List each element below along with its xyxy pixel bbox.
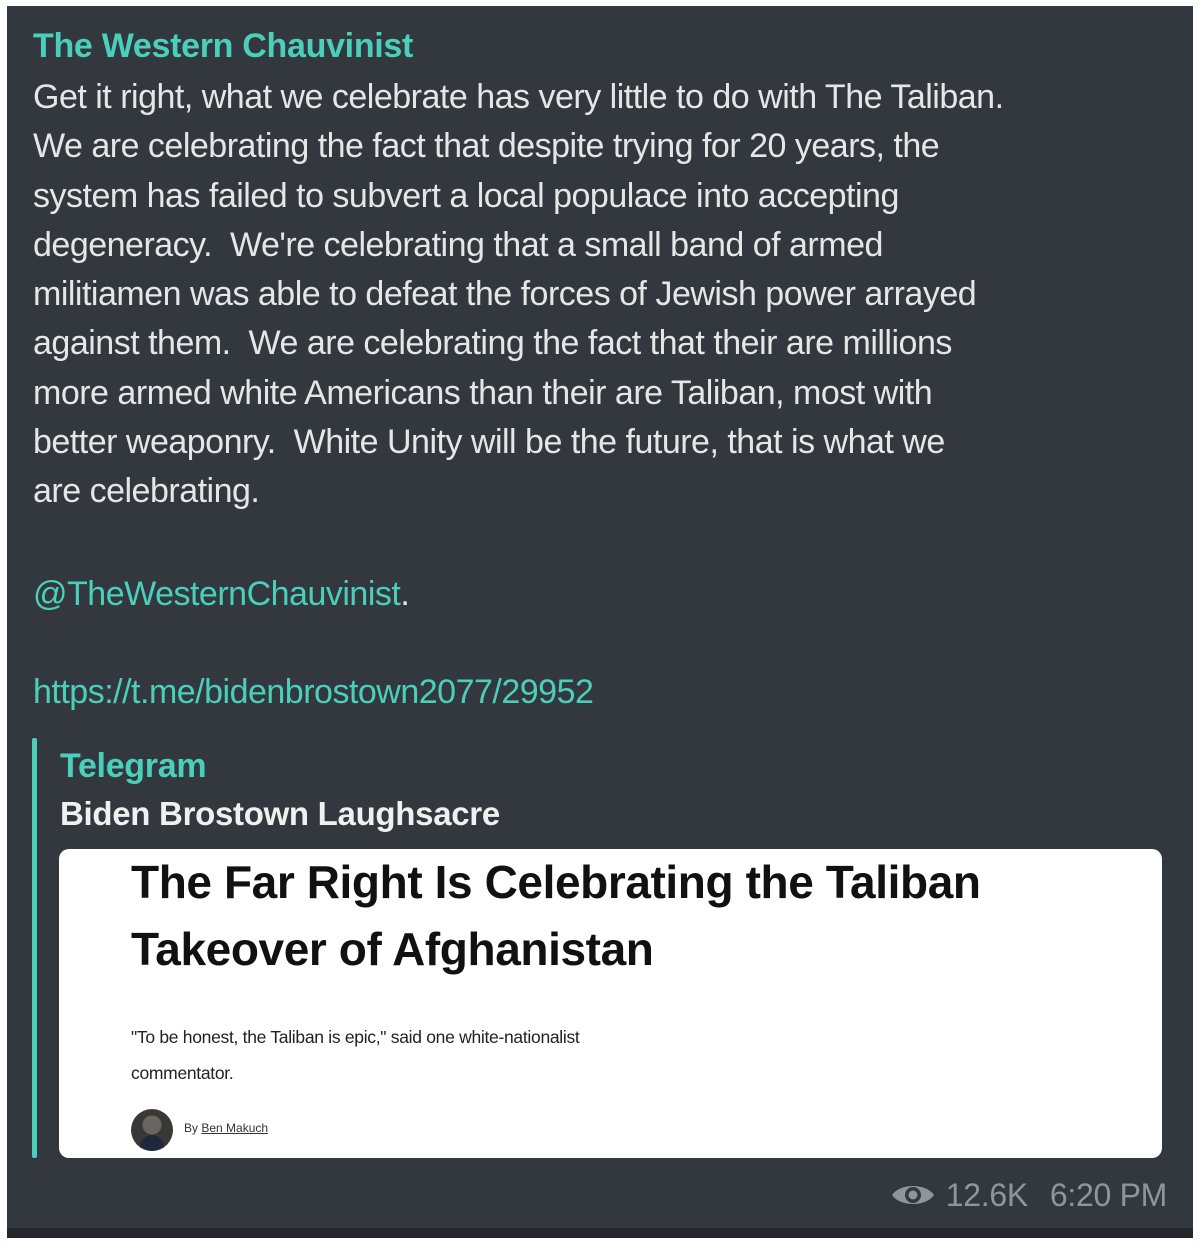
message-author[interactable]: The Western Chauvinist	[33, 24, 413, 68]
author-avatar	[131, 1109, 173, 1151]
byline-author-link: Ben Makuch	[201, 1121, 269, 1135]
headline-line: Takeover of Afghanistan	[131, 923, 654, 975]
dek-line: commentator.	[131, 1063, 234, 1083]
mention-suffix: .	[400, 575, 410, 613]
message-line: Get it right, what we celebrate has very…	[33, 78, 1004, 116]
telegram-post-link[interactable]: https://t.me/bidenbrostown2077/29952	[33, 668, 594, 717]
message-bubble: The Western Chauvinist Get it right, wha…	[7, 6, 1193, 1238]
message-time: 6:20 PM	[1049, 1176, 1167, 1213]
message-text: Get it right, what we celebrate has very…	[33, 73, 1183, 517]
byline-prefix: By	[184, 1121, 202, 1135]
article-dek: "To be honest, the Taliban is epic," sai…	[131, 1019, 731, 1091]
preview-site-name: Telegram	[60, 747, 207, 785]
view-count: 12.6K	[945, 1176, 1028, 1213]
message-line: better weaponry. White Unity will be the…	[33, 423, 945, 462]
eye-icon	[891, 1186, 934, 1204]
message-line: more armed white Americans than their ar…	[33, 373, 933, 412]
message-meta: 12.6K 6:20 PM	[890, 1173, 1167, 1217]
message-line: militiamen was able to defeat the forces…	[33, 275, 977, 314]
article-byline: By Ben Makuch	[184, 1120, 268, 1136]
preview-accent-bar	[32, 738, 37, 1158]
message-line: against them. We are celebrating the fac…	[33, 324, 952, 363]
message-line: We are celebrating the fact that despite…	[33, 127, 940, 166]
channel-mention-link[interactable]: @TheWesternChauvinist	[33, 575, 401, 613]
preview-title: Biden Brostown Laughsacre	[60, 795, 500, 832]
message-line: are celebrating.	[33, 472, 260, 511]
preview-image[interactable]: The Far Right Is Celebrating the Taliban…	[59, 849, 1162, 1158]
mention-line: @TheWesternChauvinist.	[33, 570, 410, 619]
dek-line: "To be honest, the Taliban is epic," sai…	[131, 1027, 580, 1047]
headline-line: The Far Right Is Celebrating the Taliban	[131, 856, 981, 908]
link-preview[interactable]: Telegram Biden Brostown Laughsacre The F…	[32, 738, 1162, 1158]
message-line: system has failed to subvert a local pop…	[33, 176, 899, 215]
message-line: degeneracy. We're celebrating that a sma…	[33, 225, 883, 264]
article-headline: The Far Right Is Celebrating the Taliban…	[131, 849, 1151, 983]
